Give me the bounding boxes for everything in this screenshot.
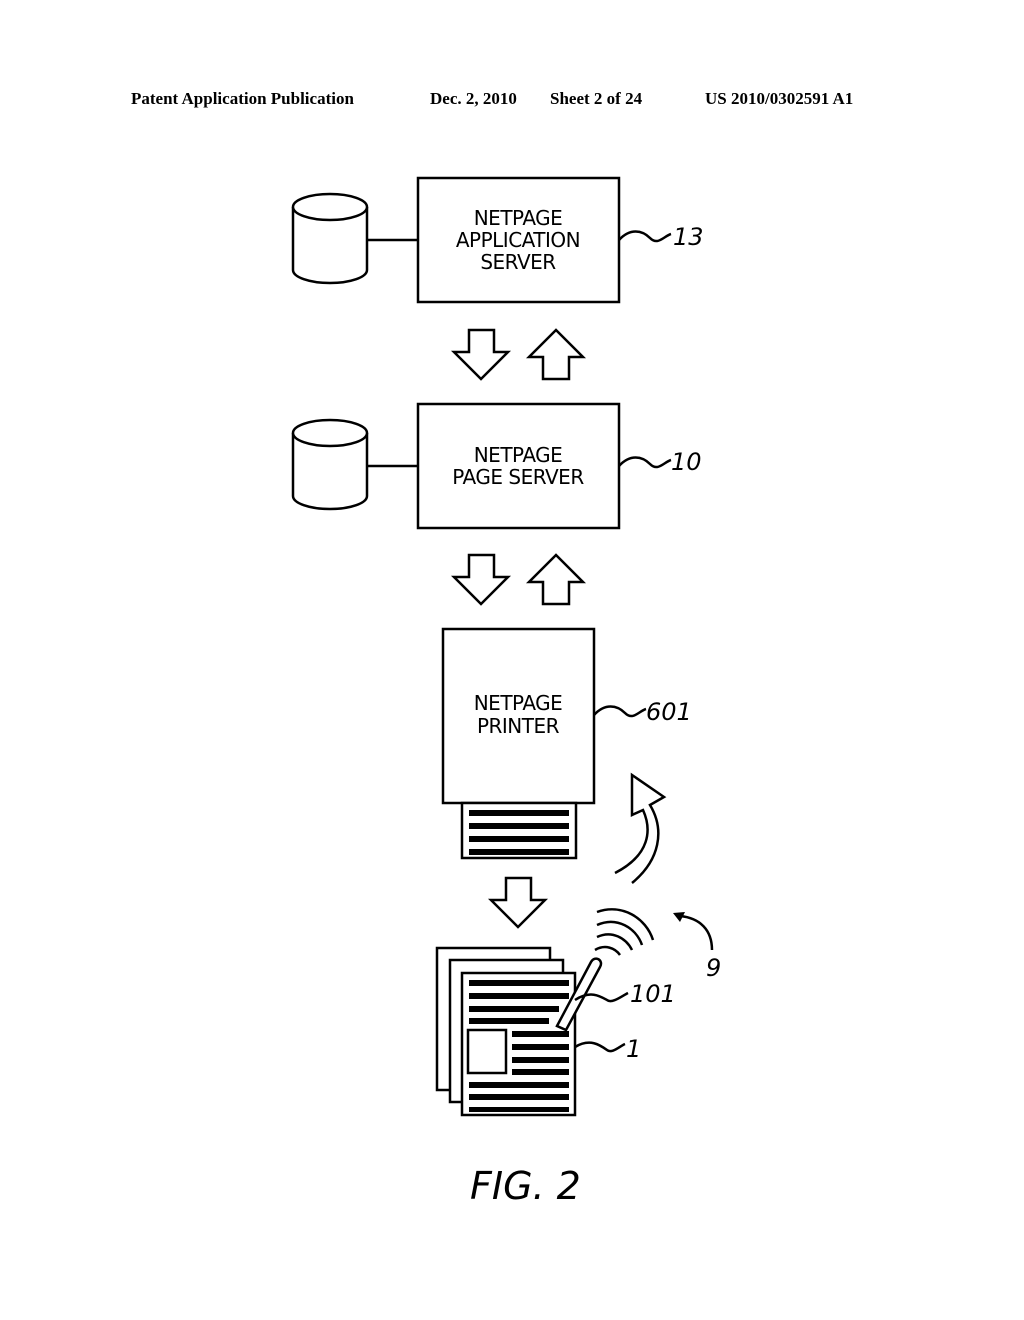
- database-icon-page: [291, 418, 369, 511]
- ref-10: 10: [671, 448, 702, 476]
- node-printer-line-2: PRINTER: [477, 714, 560, 738]
- node-app-line-2: APPLICATION: [456, 228, 580, 252]
- ref-101: 101: [630, 980, 676, 1008]
- leader-10: [618, 456, 672, 469]
- leader-9: [679, 914, 714, 951]
- arrow-up-2: [525, 553, 587, 606]
- ref-1: 1: [626, 1035, 641, 1063]
- wireless-waves-icon: [594, 908, 655, 956]
- database-icon-app: [291, 192, 369, 285]
- leader-601: [593, 705, 647, 718]
- arrow-down-1: [450, 328, 512, 381]
- ref-601: 601: [646, 698, 692, 726]
- leader-13: [618, 230, 672, 243]
- node-app-line-1: NETPAGE: [474, 206, 563, 230]
- node-app-line-3: SERVER: [480, 250, 556, 274]
- arrow-curved-return: [614, 772, 667, 884]
- ref-13: 13: [673, 223, 704, 251]
- leader-1: [574, 1041, 626, 1053]
- node-printer-line-1: NETPAGE: [474, 691, 563, 715]
- node-page-line-2: PAGE SERVER: [452, 465, 584, 489]
- arrow-down-2: [450, 553, 512, 606]
- arrow-down-3: [487, 876, 549, 929]
- diagram: NETPAGE APPLICATION SERVER 13 NETPAGE PA…: [291, 176, 721, 1208]
- figure-caption: FIG. 2: [470, 1164, 581, 1208]
- document-image-box: [466, 1028, 508, 1075]
- ref-9: 9: [706, 954, 721, 982]
- node-page-line-1: NETPAGE: [474, 443, 563, 467]
- arrow-up-1: [525, 328, 587, 381]
